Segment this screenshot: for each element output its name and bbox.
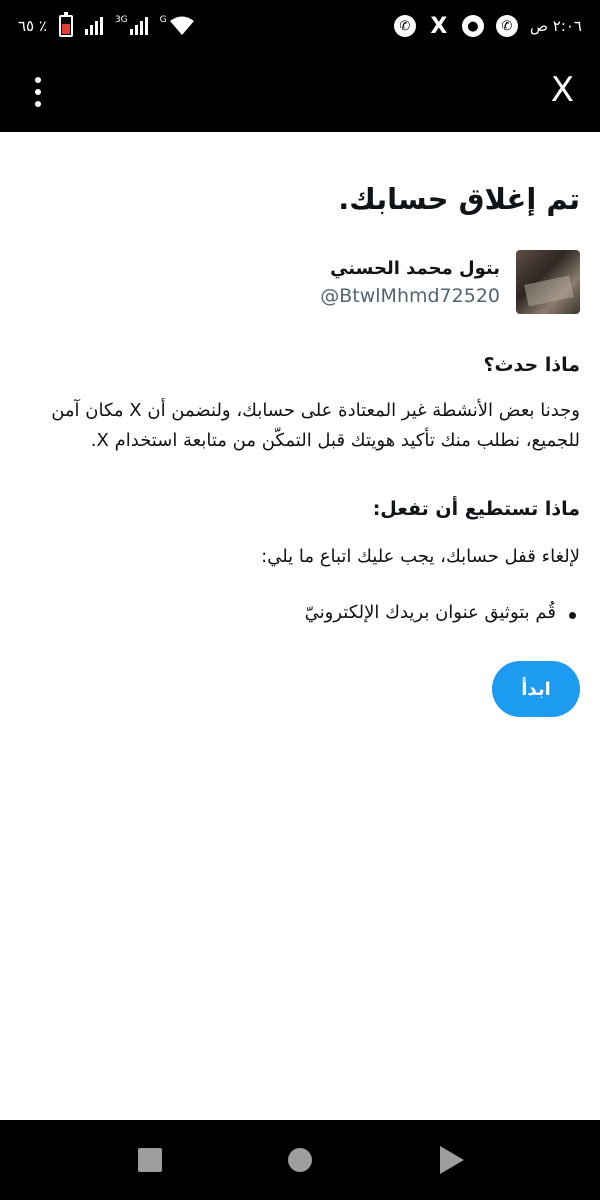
system-nav-bar (0, 1120, 600, 1200)
main-content: تم إغلاق حسابك. بتول محمد الحسني @BtwlMh… (0, 132, 600, 1120)
whatsapp-icon: ✆ (393, 15, 416, 37)
network-3g-label: 3G (114, 15, 128, 25)
avatar (516, 250, 580, 314)
user-handle: @BtwlMhmd72520 (320, 284, 500, 307)
signal-icon (84, 17, 103, 35)
steps-list: قُم بتوثيق عنوان بريدك الإلكترونيّ (20, 602, 580, 623)
what-happened-body: وجدنا بعض الأنشطة غير المعتادة على حسابك… (51, 400, 580, 451)
start-button[interactable]: ابدأ (492, 661, 580, 717)
battery-icon (58, 12, 73, 37)
what-happened-heading: ماذا حدث؟ (483, 354, 580, 376)
status-left-group: ٦٥ ٪ 3G G (18, 12, 195, 37)
list-item: قُم بتوثيق عنوان بريدك الإلكترونيّ (20, 602, 576, 623)
unlock-instruction: لإلغاء قفل حسابك، يجب عليك اتباع ما يلي: (261, 546, 580, 567)
battery-percentage: ٦٥ ٪ (18, 17, 47, 35)
clock: ٢:٠٦ ص (529, 17, 582, 35)
back-button[interactable] (440, 1146, 464, 1174)
status-right-group: ✆ X ● ✆ ٢:٠٦ ص (393, 13, 582, 39)
profile-names: بتول محمد الحسني @BtwlMhmd72520 (320, 258, 500, 307)
network-g-label: G (159, 15, 167, 25)
signal-icon-secondary (129, 17, 148, 35)
what-you-can-do-heading: ماذا تستطيع أن تفعل: (372, 498, 580, 520)
message-icon: ● (461, 15, 484, 37)
page-title: تم إغلاق حسابك. (338, 182, 580, 216)
display-name: بتول محمد الحسني (330, 257, 500, 279)
status-bar: ٦٥ ٪ 3G G ✆ X ● ✆ ٢:٠٦ ص (0, 0, 600, 52)
close-button[interactable]: X (551, 70, 574, 110)
home-button[interactable] (288, 1148, 312, 1172)
whatsapp-icon-2: ✆ (495, 15, 518, 37)
wifi-icon (169, 16, 194, 35)
top-app-bar: X (0, 52, 600, 132)
x-icon: X (430, 13, 448, 39)
more-vertical-icon[interactable] (26, 72, 50, 112)
recent-apps-button[interactable] (138, 1148, 162, 1172)
profile-card: بتول محمد الحسني @BtwlMhmd72520 (20, 250, 580, 314)
